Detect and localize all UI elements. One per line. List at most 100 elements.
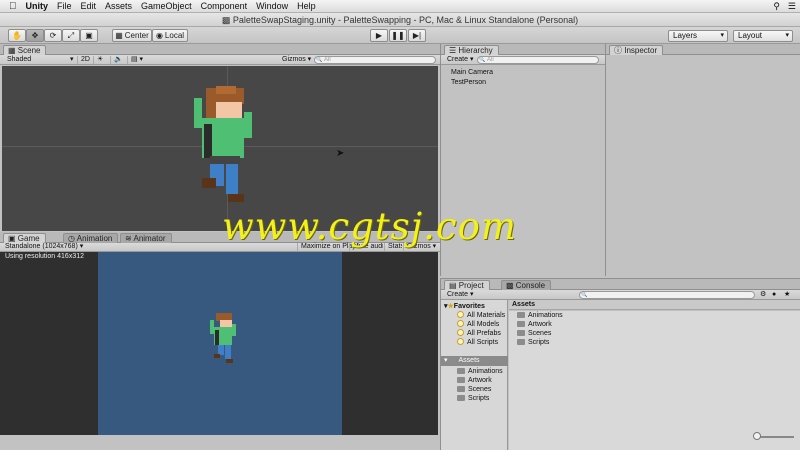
chevron-down-icon: ▾ xyxy=(70,56,74,63)
window-title: PaletteSwapStaging.unity - PaletteSwappi… xyxy=(232,15,579,25)
assets-root-item[interactable]: ▾ Assets xyxy=(441,356,508,366)
scale-tool-button[interactable]: ⤢ xyxy=(62,29,80,42)
hand-tool-button[interactable]: ✋ xyxy=(8,29,26,42)
star-icon[interactable]: ★ xyxy=(784,290,790,299)
favorites-header[interactable]: ▾★Favorites xyxy=(444,302,485,310)
effects-dropdown[interactable]: ▤ ▾ xyxy=(127,56,146,64)
game-view[interactable]: Using resolution 416x312 xyxy=(0,252,438,435)
apple-icon[interactable]:  xyxy=(9,1,17,12)
chevron-down-icon: ▾ xyxy=(720,32,724,39)
content-folder-artwork[interactable]: Artwork xyxy=(517,321,552,328)
project-search-input[interactable] xyxy=(579,291,755,299)
step-button[interactable]: ▶| xyxy=(408,29,426,42)
audio-toggle[interactable]: 🔈 xyxy=(110,56,126,64)
hierarchy-icon: ☰ xyxy=(449,46,459,55)
tab-project[interactable]: ▤ Project xyxy=(444,280,490,290)
sprite-leg xyxy=(225,345,231,359)
folder-icon xyxy=(517,330,525,336)
hierarchy-item-main-camera[interactable]: Main Camera xyxy=(451,69,493,76)
2d-toggle[interactable]: 2D xyxy=(77,56,93,64)
project-tree: ▾★Favorites All Materials All Models All… xyxy=(441,300,508,450)
speaker-icon: 🔈 xyxy=(114,56,123,63)
lighting-toggle[interactable]: ☀ xyxy=(93,56,106,64)
folder-icon: ▤ xyxy=(449,281,459,290)
scene-search-input[interactable]: All xyxy=(314,56,436,64)
tab-console[interactable]: ▩ Console xyxy=(501,280,552,290)
menu-unity[interactable]: Unity xyxy=(26,1,49,11)
menu-assets[interactable]: Assets xyxy=(105,1,132,11)
favorite-label: All Models xyxy=(467,321,500,328)
sun-icon: ☀ xyxy=(97,56,104,63)
folder-icon xyxy=(517,312,525,318)
search-icon xyxy=(457,320,464,327)
filter-icon[interactable]: ⚙ xyxy=(760,290,766,299)
hierarchy-item-testperson[interactable]: TestPerson xyxy=(451,79,486,86)
scene-gizmos-dropdown[interactable]: Gizmos ▾ xyxy=(282,55,311,64)
sprite-leg xyxy=(226,164,238,194)
favorite-all-models[interactable]: All Models xyxy=(457,320,499,328)
menu-component[interactable]: Component xyxy=(201,1,248,11)
move-tool-button[interactable]: ✥ xyxy=(26,29,44,42)
tree-folder-scripts[interactable]: Scripts xyxy=(457,395,489,402)
breadcrumb-assets[interactable]: Assets xyxy=(512,301,535,308)
folder-icon xyxy=(517,321,525,327)
hierarchy-search-input[interactable]: All xyxy=(477,56,599,64)
tree-folder-scenes[interactable]: Scenes xyxy=(457,386,491,393)
layout-label: Layout xyxy=(738,31,763,40)
label-icon[interactable]: ● xyxy=(772,290,776,299)
tab-scene[interactable]: ▦ Scene xyxy=(3,45,47,55)
favorite-all-materials[interactable]: All Materials xyxy=(457,311,505,319)
content-folder-animations[interactable]: Animations xyxy=(517,312,563,319)
content-folder-scenes[interactable]: Scenes xyxy=(517,330,551,337)
sprite-arm xyxy=(194,98,202,128)
play-icon: ▶ xyxy=(375,31,383,40)
layers-dropdown[interactable]: Layers ▾ xyxy=(668,30,728,42)
scene-tab-bar: ▦ Scene xyxy=(0,44,440,55)
favorite-all-scripts[interactable]: All Scripts xyxy=(457,338,498,346)
zoom-slider-handle[interactable] xyxy=(753,432,761,440)
rotate-icon: ⟳ xyxy=(49,31,57,40)
folder-label: Artwork xyxy=(528,321,552,328)
tree-folder-animations[interactable]: Animations xyxy=(457,368,503,375)
play-button[interactable]: ▶ xyxy=(370,29,388,42)
folder-label: Scenes xyxy=(528,330,552,337)
content-folder-scripts[interactable]: Scripts xyxy=(517,339,549,346)
chevron-down-icon: ▾ xyxy=(785,32,789,39)
list-icon[interactable]: ☰ xyxy=(788,1,796,12)
favorite-all-prefabs[interactable]: All Prefabs xyxy=(457,329,501,337)
space-label: Local xyxy=(164,31,185,40)
project-create-dropdown[interactable]: Create ▾ xyxy=(447,290,473,299)
shading-dropdown[interactable]: Shaded xyxy=(7,55,31,64)
game-canvas xyxy=(98,252,342,435)
resolution-dropdown[interactable]: Standalone (1024x768) ▾ xyxy=(5,242,83,251)
layers-label: Layers xyxy=(673,31,698,40)
scale-icon: ⤢ xyxy=(67,30,75,40)
tab-hierarchy[interactable]: ☰ Hierarchy xyxy=(444,45,499,55)
folder-label: Scripts xyxy=(468,395,490,402)
menu-file[interactable]: File xyxy=(57,1,72,11)
menu-edit[interactable]: Edit xyxy=(81,1,97,11)
test-person-sprite[interactable] xyxy=(188,86,252,204)
rect-tool-button[interactable]: ▣ xyxy=(80,29,98,42)
layout-dropdown[interactable]: Layout ▾ xyxy=(733,30,793,42)
hierarchy-tab-label: Hierarchy xyxy=(458,46,493,55)
pause-button[interactable]: ❚❚ xyxy=(389,29,407,42)
console-tab-label: Console xyxy=(515,281,546,290)
tab-inspector[interactable]: ⓘ Inspector xyxy=(609,45,664,55)
inspector-tab-bar: ⓘ Inspector xyxy=(606,44,800,55)
tab-animator[interactable]: ≋ Animator xyxy=(120,233,172,243)
hierarchy-create-dropdown[interactable]: Create ▾ xyxy=(447,55,473,64)
sprite-arm xyxy=(232,324,236,336)
favorite-label: All Materials xyxy=(467,312,506,319)
menu-window[interactable]: Window xyxy=(256,1,288,11)
menu-help[interactable]: Help xyxy=(297,1,316,11)
inspector-panel: ⓘ Inspector xyxy=(605,44,800,276)
tree-folder-artwork[interactable]: Artwork xyxy=(457,377,492,384)
folder-label: Animations xyxy=(468,368,503,375)
menu-gameobject[interactable]: GameObject xyxy=(141,1,192,11)
space-local-button[interactable]: ◉ Local xyxy=(152,29,188,42)
pivot-center-button[interactable]: ▦ Center xyxy=(112,29,152,42)
rotate-tool-button[interactable]: ⟳ xyxy=(44,29,62,42)
hierarchy-create-label: Create xyxy=(447,56,469,63)
search-icon[interactable]: ⚲ xyxy=(773,1,780,12)
